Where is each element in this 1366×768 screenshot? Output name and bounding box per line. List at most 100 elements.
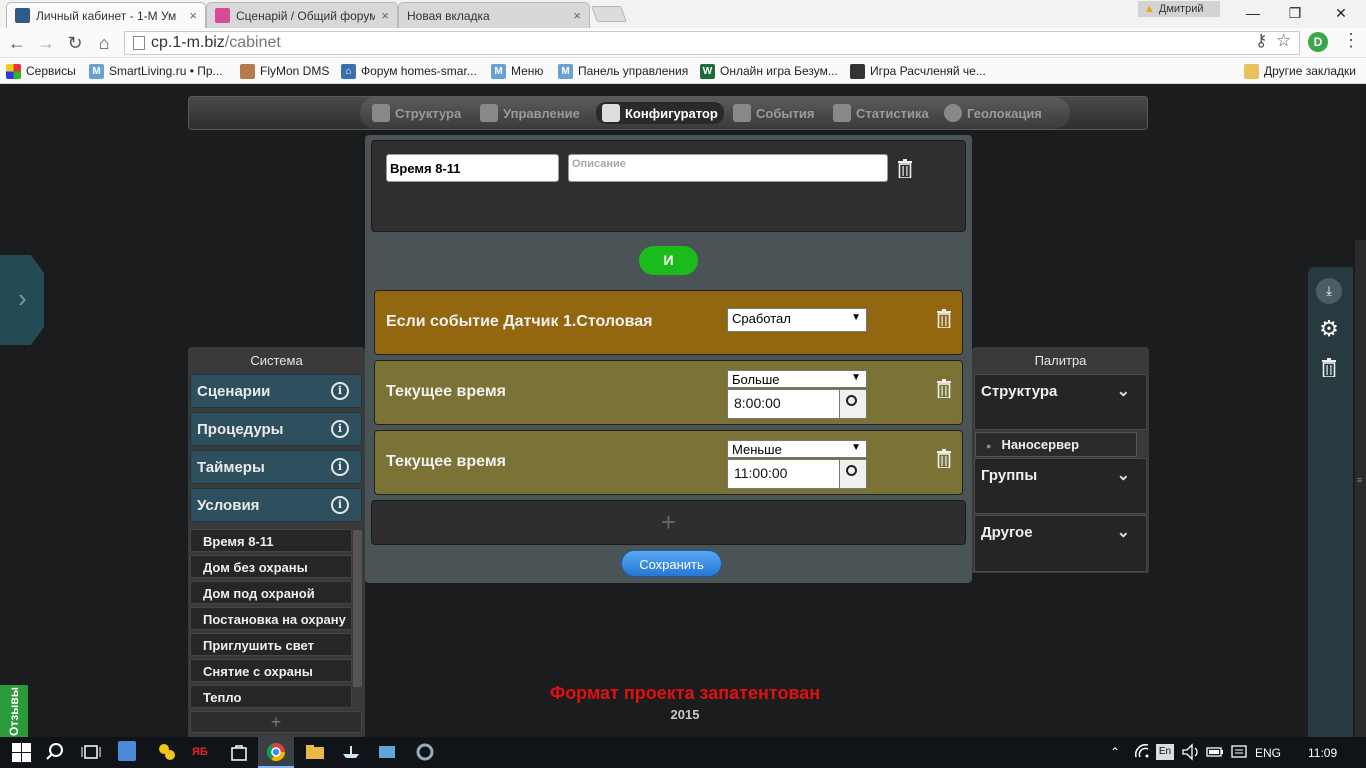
add-condition-button[interactable]: + bbox=[371, 500, 966, 545]
save-button[interactable]: Сохранить bbox=[621, 550, 722, 577]
side-drawer-toggle[interactable]: › bbox=[0, 255, 44, 345]
settings-app-icon[interactable] bbox=[414, 741, 436, 763]
time-input[interactable]: 11:00:00 bbox=[727, 459, 840, 489]
other-bookmarks[interactable]: Другие закладки bbox=[1244, 62, 1356, 80]
file-explorer-icon[interactable] bbox=[304, 741, 326, 763]
clock-picker-button[interactable] bbox=[839, 389, 867, 419]
language-indicator[interactable]: ENG bbox=[1255, 746, 1281, 760]
time-input[interactable]: 8:00:00 bbox=[727, 389, 840, 419]
condition-name-input[interactable] bbox=[386, 154, 559, 182]
extension-icon[interactable]: D bbox=[1308, 32, 1328, 52]
clock[interactable]: 11:09 bbox=[1308, 746, 1337, 760]
event-state-select[interactable]: Сработал ▼ bbox=[727, 308, 867, 332]
clock-picker-button[interactable] bbox=[839, 459, 867, 489]
forward-button[interactable]: → bbox=[35, 32, 57, 54]
address-bar[interactable]: cp.1-m.biz/cabinet bbox=[124, 31, 1300, 55]
yandex-icon[interactable]: ЯБ bbox=[192, 741, 214, 763]
task-view-icon[interactable] bbox=[80, 741, 102, 763]
menu-item-events[interactable]: События bbox=[733, 102, 814, 124]
info-icon[interactable]: i bbox=[331, 496, 349, 514]
menu-item-control[interactable]: Управление bbox=[480, 102, 580, 124]
bookmark-label: FlyMon DMS bbox=[260, 64, 330, 78]
restore-button[interactable]: ❐ bbox=[1280, 4, 1310, 22]
remote-app-icon[interactable] bbox=[376, 741, 398, 763]
description-input[interactable] bbox=[568, 154, 888, 182]
search-icon[interactable] bbox=[44, 741, 66, 763]
chrome-menu-icon[interactable]: ⋮ bbox=[1342, 30, 1360, 54]
feedback-tab[interactable]: Отзывы bbox=[0, 685, 28, 737]
trash-icon[interactable] bbox=[1318, 358, 1340, 380]
info-icon[interactable]: i bbox=[331, 458, 349, 476]
chrome-taskbar-button[interactable] bbox=[258, 737, 294, 768]
info-icon[interactable]: i bbox=[331, 420, 349, 438]
condition-row-time-to: Текущее время bbox=[374, 430, 963, 495]
and-operator-button[interactable]: И bbox=[639, 246, 698, 275]
boat-app-icon[interactable] bbox=[340, 741, 362, 763]
volume-icon[interactable] bbox=[1180, 741, 1202, 763]
app-g-icon[interactable] bbox=[118, 741, 136, 761]
bookmark-homes-forum[interactable]: ⌂ Форум homes-smar... bbox=[341, 62, 477, 80]
delete-condition-trash-icon[interactable] bbox=[897, 159, 913, 179]
delete-row-trash-icon[interactable] bbox=[936, 449, 952, 469]
category-timers[interactable]: Таймеры i bbox=[190, 450, 362, 484]
tab-forum[interactable]: Сценарій / Общий форум × bbox=[206, 2, 398, 28]
category-scenarios[interactable]: Сценарии i bbox=[190, 374, 362, 408]
tray-chevron-up-icon[interactable]: ⌃ bbox=[1110, 741, 1132, 763]
bookmark-control-panel[interactable]: M Панель управления bbox=[558, 62, 688, 80]
reload-button[interactable]: ↻ bbox=[64, 32, 86, 54]
tab-cabinet[interactable]: Личный кабинет - 1-М Ум × bbox=[6, 2, 206, 28]
list-scrollbar[interactable] bbox=[353, 530, 362, 687]
list-item[interactable]: Снятие с охраны bbox=[190, 659, 352, 682]
profile-button[interactable]: ▲ Дмитрий bbox=[1138, 1, 1220, 17]
list-item[interactable]: Постановка на охрану bbox=[190, 607, 352, 630]
tab-close-icon[interactable]: × bbox=[381, 8, 389, 23]
page-scrollbar[interactable]: ≡ bbox=[1355, 240, 1366, 737]
menu-item-statistics[interactable]: Статистика bbox=[833, 102, 929, 124]
delete-row-trash-icon[interactable] bbox=[936, 379, 952, 399]
bookmark-star-icon[interactable]: ☆ bbox=[1276, 31, 1291, 51]
close-window-button[interactable]: ✕ bbox=[1326, 4, 1356, 22]
bookmark-menu[interactable]: M Меню bbox=[491, 62, 543, 80]
category-procedures[interactable]: Процедуры i bbox=[190, 412, 362, 446]
category-conditions[interactable]: Условия i bbox=[190, 488, 362, 522]
start-button[interactable] bbox=[10, 741, 32, 763]
home-button[interactable]: ⌂ bbox=[93, 32, 115, 54]
download-icon[interactable]: ⤓ bbox=[1316, 278, 1342, 304]
bookmark-flymon[interactable]: FlyMon DMS bbox=[240, 62, 329, 80]
palette-category-structure[interactable]: Структура ⌄ bbox=[974, 374, 1147, 430]
wifi-icon[interactable] bbox=[1132, 741, 1154, 763]
comparison-select[interactable]: Больше ▼ bbox=[727, 370, 867, 388]
list-item[interactable]: Время 8-11 bbox=[190, 529, 352, 552]
input-method-indicator[interactable]: En bbox=[1156, 744, 1174, 760]
bookmark-game[interactable]: Игра Расчленяй че... bbox=[850, 62, 986, 80]
list-item[interactable]: Дом без охраны bbox=[190, 555, 352, 578]
menu-item-geolocation[interactable]: Геолокация bbox=[944, 102, 1042, 124]
store-icon[interactable] bbox=[228, 741, 250, 763]
palette-category-groups[interactable]: Группы ⌄ bbox=[974, 458, 1147, 514]
bookmark-services[interactable]: Сервисы bbox=[6, 62, 76, 80]
palette-item-nanoserver[interactable]: ● Наносервер bbox=[975, 432, 1137, 457]
delete-row-trash-icon[interactable] bbox=[936, 309, 952, 329]
bookmark-online-game[interactable]: W Онлайн игра Безум... bbox=[700, 62, 838, 80]
pinwheel-app-icon[interactable] bbox=[156, 741, 178, 763]
list-item[interactable]: Приглушить свет bbox=[190, 633, 352, 656]
palette-category-other[interactable]: Другое ⌄ bbox=[974, 515, 1147, 572]
tab-close-icon[interactable]: × bbox=[189, 8, 197, 23]
minimize-button[interactable]: — bbox=[1238, 4, 1268, 22]
menu-item-configurator[interactable]: Конфигуратор bbox=[596, 102, 724, 124]
tab-close-icon[interactable]: × bbox=[573, 8, 581, 23]
panel-title: Палитра bbox=[1034, 353, 1087, 368]
select-value: Меньше bbox=[732, 442, 782, 457]
battery-icon[interactable] bbox=[1204, 741, 1226, 763]
list-item[interactable]: Дом под охраной bbox=[190, 581, 352, 604]
key-icon[interactable]: ⚷ bbox=[1255, 31, 1267, 51]
menu-item-structure[interactable]: Структура bbox=[372, 102, 461, 124]
tab-new[interactable]: Новая вкладка × bbox=[398, 2, 590, 28]
gear-icon[interactable]: ⚙ bbox=[1318, 318, 1340, 340]
action-center-icon[interactable] bbox=[1228, 741, 1250, 763]
comparison-select[interactable]: Меньше ▼ bbox=[727, 440, 867, 458]
back-button[interactable]: ← bbox=[6, 32, 28, 54]
bookmark-smartliving[interactable]: M SmartLiving.ru • Пр... bbox=[89, 62, 223, 80]
info-icon[interactable]: i bbox=[331, 382, 349, 400]
new-tab-button[interactable] bbox=[591, 6, 627, 22]
